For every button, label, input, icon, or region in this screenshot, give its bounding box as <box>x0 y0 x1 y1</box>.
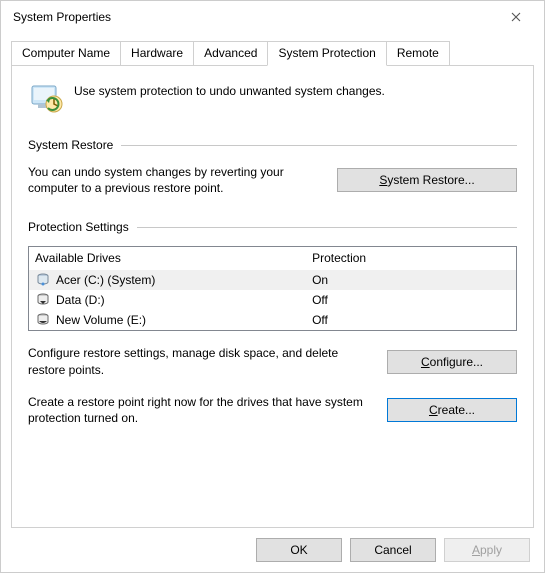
drive-icon <box>35 272 51 288</box>
tab-hardware[interactable]: Hardware <box>120 41 194 65</box>
column-header-drives: Available Drives <box>35 251 312 265</box>
cancel-button[interactable]: Cancel <box>350 538 436 562</box>
tab-computer-name[interactable]: Computer Name <box>11 41 121 65</box>
divider <box>137 227 517 228</box>
create-desc: Create a restore point right now for the… <box>28 394 371 426</box>
close-icon <box>511 12 521 22</box>
group-title-protection-settings: Protection Settings <box>28 220 137 234</box>
group-system-restore: System Restore You can undo system chang… <box>28 138 517 196</box>
tab-container: Computer Name Hardware Advanced System P… <box>1 33 544 528</box>
table-row[interactable]: Acer (C:) (System) On <box>29 270 516 290</box>
drives-table-header: Available Drives Protection <box>29 247 516 270</box>
divider <box>121 145 517 146</box>
drive-protection: Off <box>312 293 510 307</box>
drives-table[interactable]: Available Drives Protection Acer (C:) (S… <box>28 246 517 331</box>
window-title: System Properties <box>13 10 496 24</box>
group-header-protection-settings: Protection Settings <box>28 220 517 234</box>
tab-advanced[interactable]: Advanced <box>193 41 268 65</box>
system-restore-button[interactable]: System Restore... <box>337 168 517 192</box>
tab-system-protection[interactable]: System Protection <box>267 41 386 66</box>
drive-label: Acer (C:) (System) <box>56 273 155 287</box>
tab-strip: Computer Name Hardware Advanced System P… <box>11 41 534 66</box>
apply-button[interactable]: Apply <box>444 538 530 562</box>
tab-remote[interactable]: Remote <box>386 41 450 65</box>
ok-button[interactable]: OK <box>256 538 342 562</box>
drive-icon <box>35 292 51 308</box>
create-button[interactable]: Create... <box>387 398 517 422</box>
drive-icon <box>35 312 51 328</box>
drive-label: Data (D:) <box>56 293 105 307</box>
titlebar: System Properties <box>1 1 544 33</box>
column-header-protection: Protection <box>312 251 510 265</box>
group-title-system-restore: System Restore <box>28 138 121 152</box>
intro-row: Use system protection to undo unwanted s… <box>28 80 517 116</box>
group-header-system-restore: System Restore <box>28 138 517 152</box>
group-protection-settings: Protection Settings Available Drives Pro… <box>28 220 517 331</box>
table-row[interactable]: New Volume (E:) Off <box>29 310 516 330</box>
tab-body-system-protection: Use system protection to undo unwanted s… <box>11 66 534 528</box>
intro-text: Use system protection to undo unwanted s… <box>74 80 385 98</box>
table-row[interactable]: Data (D:) Off <box>29 290 516 310</box>
system-protection-icon <box>28 80 64 116</box>
close-button[interactable] <box>496 3 536 31</box>
drive-protection: On <box>312 273 510 287</box>
system-properties-window: System Properties Computer Name Hardware… <box>0 0 545 573</box>
configure-desc: Configure restore settings, manage disk … <box>28 345 371 377</box>
drive-protection: Off <box>312 313 510 327</box>
drives-table-body: Acer (C:) (System)OnData (D:)OffNew Volu… <box>29 270 516 330</box>
system-restore-desc: You can undo system changes by reverting… <box>28 164 321 196</box>
configure-button[interactable]: Configure... <box>387 350 517 374</box>
dialog-footer: OK Cancel Apply <box>1 528 544 572</box>
drive-label: New Volume (E:) <box>56 313 146 327</box>
